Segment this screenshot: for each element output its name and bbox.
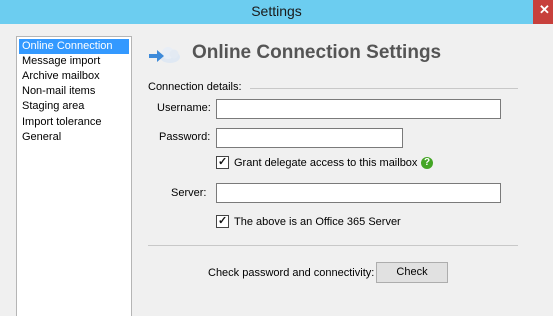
window-title: Settings xyxy=(251,3,302,19)
username-label: Username: xyxy=(157,102,211,114)
sidebar-item-archive-mailbox[interactable]: Archive mailbox xyxy=(19,69,129,84)
office365-label: The above is an Office 365 Server xyxy=(234,216,401,228)
title-bar: Settings ✕ xyxy=(0,0,553,24)
password-label: Password: xyxy=(159,131,211,143)
sidebar-item-non-mail-items[interactable]: Non-mail items xyxy=(19,84,129,99)
cloud-connect-icon xyxy=(149,47,180,63)
sidebar-item-message-import[interactable]: Message import xyxy=(19,54,129,69)
password-field[interactable] xyxy=(216,128,403,148)
check-button[interactable]: Check xyxy=(376,262,448,283)
page-title: Online Connection Settings xyxy=(192,42,442,63)
grant-delegate-label: Grant delegate access to this mailbox xyxy=(234,157,418,169)
sidebar-item-general[interactable]: General xyxy=(19,130,129,145)
office365-checkbox[interactable]: ✓ xyxy=(216,215,229,228)
sidebar-item-online-connection[interactable]: Online Connection xyxy=(19,39,129,54)
sidebar: Online Connection Message import Archive… xyxy=(16,36,132,316)
checkmark-icon: ✓ xyxy=(218,156,228,168)
close-button[interactable]: ✕ xyxy=(533,0,553,24)
group-divider xyxy=(250,88,518,89)
grant-delegate-checkbox[interactable]: ✓ xyxy=(216,156,229,169)
section-separator xyxy=(148,245,518,246)
sidebar-item-staging-area[interactable]: Staging area xyxy=(19,99,129,114)
close-icon: ✕ xyxy=(539,2,550,17)
server-label: Server: xyxy=(171,187,207,199)
checkmark-icon: ✓ xyxy=(218,215,228,227)
check-connectivity-label: Check password and connectivity: xyxy=(208,267,375,279)
username-field[interactable] xyxy=(216,99,501,119)
server-field[interactable] xyxy=(216,183,501,203)
help-icon[interactable]: ? xyxy=(421,157,433,169)
sidebar-item-import-tolerance[interactable]: Import tolerance xyxy=(19,115,129,130)
connection-details-label: Connection details: xyxy=(148,81,242,93)
